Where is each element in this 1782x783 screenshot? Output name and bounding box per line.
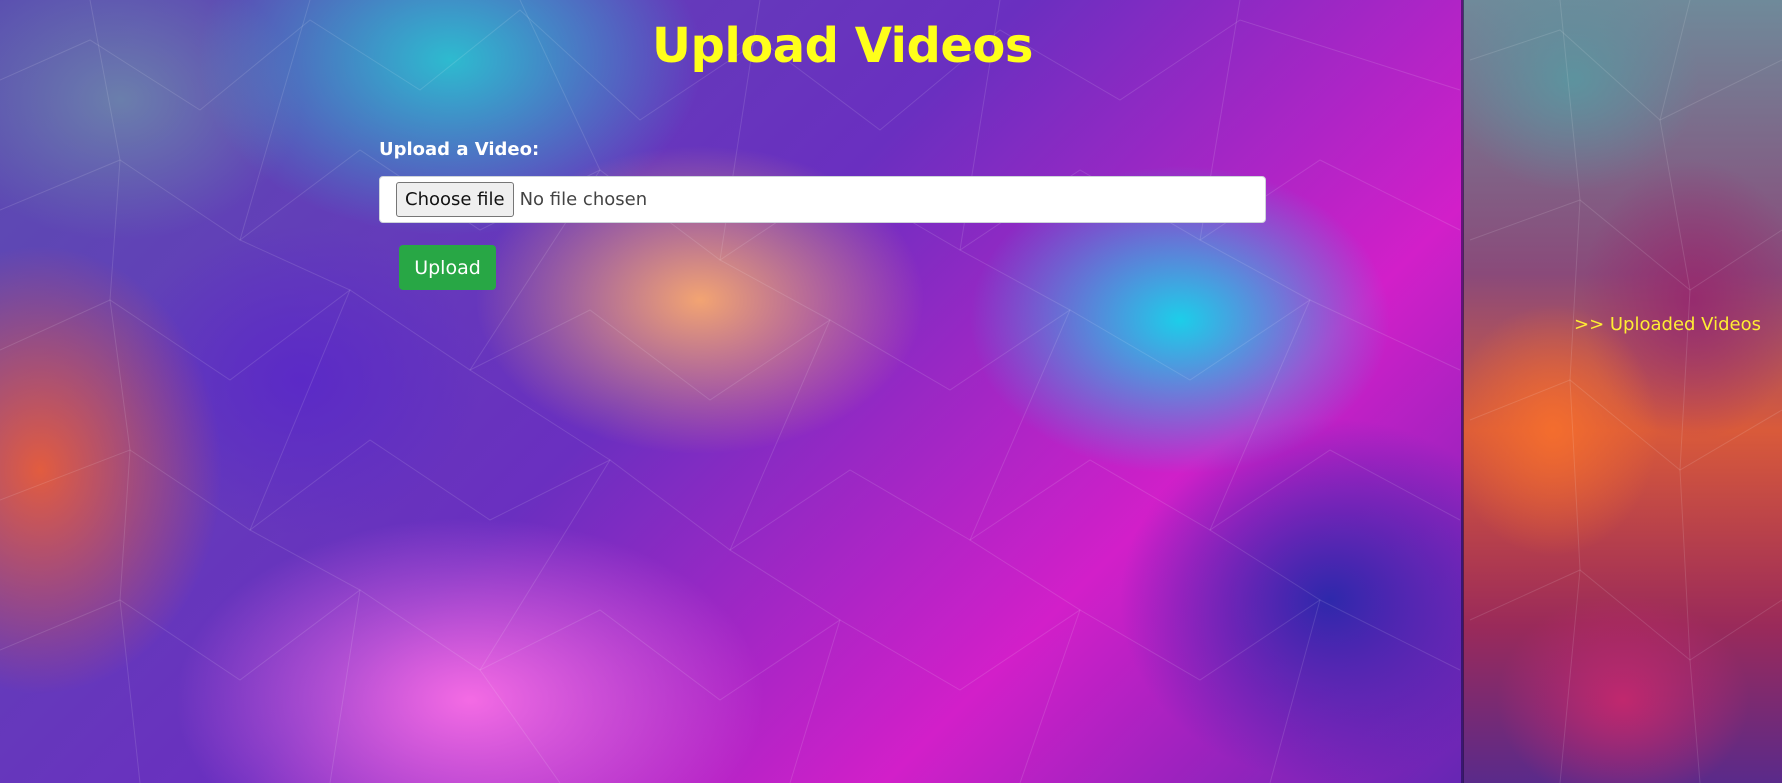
file-status-text: No file chosen bbox=[519, 189, 648, 210]
upload-button[interactable]: Upload bbox=[399, 245, 496, 290]
column-divider bbox=[1461, 0, 1464, 783]
file-input[interactable]: Choose file No file chosen bbox=[379, 176, 1266, 223]
page: Upload Videos Upload a Video: Choose fil… bbox=[0, 0, 1782, 783]
upload-video-label: Upload a Video: bbox=[379, 139, 540, 160]
choose-file-button[interactable]: Choose file bbox=[396, 182, 514, 217]
page-title: Upload Videos bbox=[652, 18, 1033, 74]
low-poly-texture bbox=[0, 0, 1782, 783]
uploaded-videos-link[interactable]: >> Uploaded Videos bbox=[1574, 314, 1761, 335]
